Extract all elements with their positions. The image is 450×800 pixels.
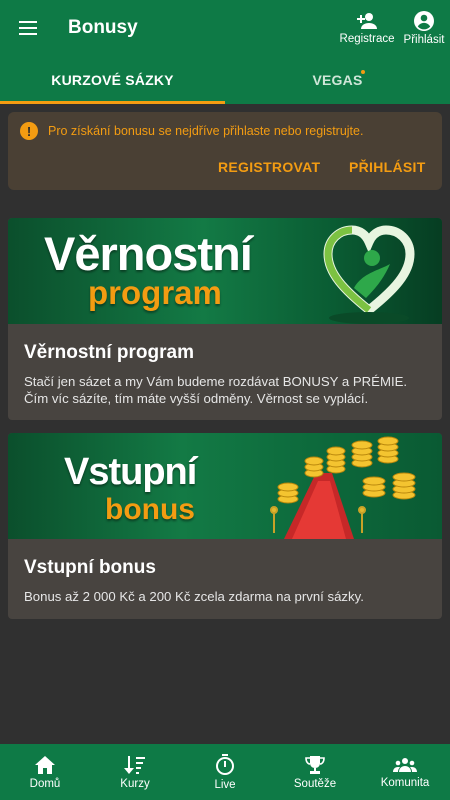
menu-button[interactable]	[0, 0, 56, 56]
nav-item-community[interactable]: Komunita	[360, 744, 450, 800]
login-button[interactable]: PŘIHLÁSIT	[349, 155, 426, 179]
home-icon	[35, 755, 55, 774]
card-description: Bonus až 2 000 Kč a 200 Kč zcela zdarma …	[24, 589, 364, 604]
card-title: Věrnostní program	[24, 342, 194, 363]
nav-item-odds[interactable]: Kurzy	[90, 744, 180, 800]
nav-item-home[interactable]: Domů	[0, 744, 90, 800]
bottom-navigation: Domů Kurzy Live Soutěže Komunita	[0, 744, 450, 800]
card-description: Stačí jen sázet a my Vám budeme rozdávat…	[24, 374, 408, 406]
loyalty-banner: Věrnostní program	[8, 218, 442, 324]
hamburger-menu-icon	[19, 21, 37, 35]
nav-item-live[interactable]: Live	[180, 744, 270, 800]
odds-icon	[124, 755, 145, 774]
banner-subline: program	[88, 274, 222, 311]
tab-kurzove-sazky[interactable]: KURZOVÉ SÁZKY	[0, 56, 225, 104]
heart-logo-icon	[323, 225, 415, 324]
trophy-icon	[305, 755, 325, 774]
tab-vegas[interactable]: VEGAS	[225, 56, 450, 104]
nav-label: Soutěže	[293, 777, 337, 790]
person-add-icon	[357, 13, 377, 29]
stopwatch-icon	[216, 753, 234, 775]
page-title: Bonusy	[68, 17, 138, 38]
group-icon	[393, 757, 417, 772]
app-bar: Bonusy Registrace Přihlásit	[0, 0, 450, 56]
notification-dot	[361, 70, 365, 74]
nav-label: Komunita	[380, 776, 430, 789]
banner-headline: Věrnostní	[44, 227, 253, 280]
bonus-card-entry[interactable]: Vstupní bonus Vstupní bonus Bonus až 2 0…	[8, 433, 442, 619]
login-alert: ! Pro získání bonusu se nejdříve přihlas…	[8, 112, 442, 190]
nav-label: Live	[214, 778, 236, 791]
bonus-card-loyalty[interactable]: Věrnostní program Věrnostní program Stač…	[8, 218, 442, 420]
alert-message: Pro získání bonusu se nejdříve přihlaste…	[48, 124, 364, 138]
tab-bar: KURZOVÉ SÁZKY VEGAS	[0, 56, 450, 104]
register-action[interactable]: Registrace	[336, 0, 398, 56]
nav-label: Kurzy	[120, 777, 150, 790]
banner-headline: Vstupní	[64, 451, 197, 493]
exclamation-icon: !	[20, 122, 38, 140]
nav-item-competitions[interactable]: Soutěže	[270, 744, 360, 800]
account-circle-icon	[414, 11, 434, 31]
tab-vegas-label: VEGAS	[312, 72, 363, 88]
login-action[interactable]: Přihlásit	[398, 0, 450, 56]
register-action-label: Registrace	[339, 33, 395, 45]
card-title: Vstupní bonus	[24, 557, 156, 578]
coins-red-carpet-icon	[270, 436, 416, 539]
banner-subline: bonus	[105, 493, 195, 526]
login-action-label: Přihlásit	[403, 34, 445, 46]
nav-label: Domů	[29, 777, 61, 790]
entry-banner: Vstupní bonus	[8, 433, 442, 539]
register-button[interactable]: REGISTROVAT	[218, 155, 320, 179]
tab-kurzove-sazky-label: KURZOVÉ SÁZKY	[51, 72, 174, 88]
